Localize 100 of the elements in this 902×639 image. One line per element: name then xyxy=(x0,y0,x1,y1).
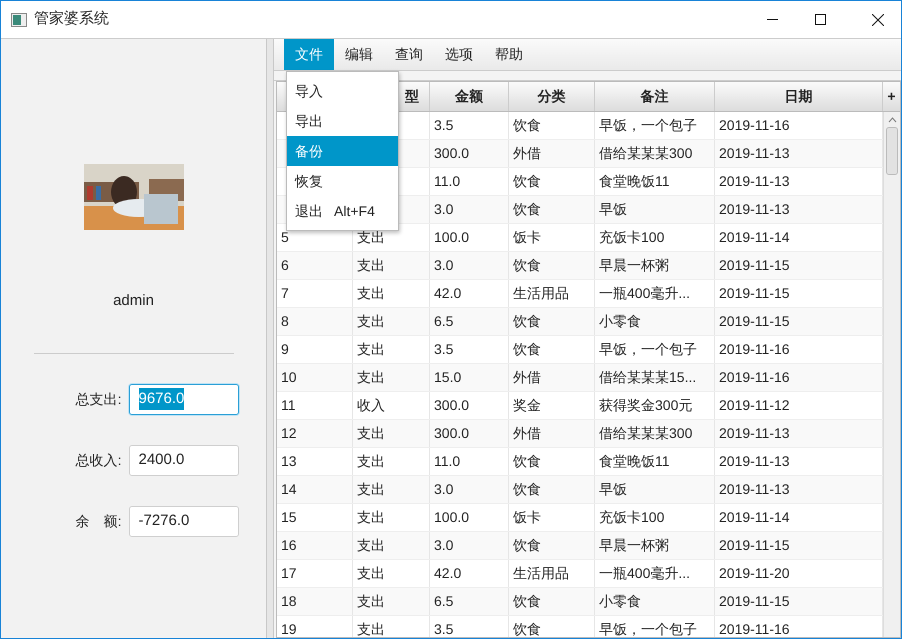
table-cell-text: 支出 xyxy=(357,228,385,247)
app-icon xyxy=(11,12,27,26)
table-cell-text: 15.0 xyxy=(434,368,462,387)
table-cell-text: 11.0 xyxy=(434,452,460,471)
table-cell-text: 奖金 xyxy=(513,396,541,415)
table-cell-text: 10 xyxy=(281,368,297,387)
table-cell-text: 11 xyxy=(281,396,296,415)
table-cell-text: 3.5 xyxy=(434,620,454,637)
table-cell-text: 生活用品 xyxy=(513,284,569,303)
menu-option[interactable]: 导入 xyxy=(287,76,398,106)
table-cell-text: 16 xyxy=(281,536,297,555)
table-cell-text: 2019-11-16 xyxy=(719,340,790,359)
table-cell-text: 18 xyxy=(281,592,297,611)
table-cell-text: 支出 xyxy=(357,284,385,303)
table-cell-text: 早饭 xyxy=(599,480,627,499)
table-cell-text: 2019-11-13 xyxy=(719,200,790,219)
table-cell-text: 2019-11-16 xyxy=(719,368,790,387)
menu-item[interactable]: 查询 xyxy=(384,39,434,70)
table-cell-text: 42.0 xyxy=(434,284,462,303)
summary-field[interactable]: -7276.0 xyxy=(128,506,238,536)
table-cell-text: 2019-11-16 xyxy=(719,620,790,637)
summary-label: 总支出: xyxy=(74,390,122,408)
add-column-button[interactable]: + xyxy=(883,82,900,111)
menu-item[interactable]: 选项 xyxy=(434,39,484,70)
table-cell-text: 饮食 xyxy=(513,536,541,555)
scroll-up-icon xyxy=(888,117,896,123)
table-cell-text: 11.0 xyxy=(434,172,460,191)
table-cell-text: 17 xyxy=(281,564,297,583)
table-cell-text: 早饭，一个包子 xyxy=(599,340,697,359)
table-cell-text: 早晨一杯粥 xyxy=(599,536,669,555)
window-title: 管家婆系统 xyxy=(34,9,109,30)
table-cell-text: 支出 xyxy=(357,368,385,387)
table-cell-text: 饮食 xyxy=(513,200,541,219)
table-cell-text: 外借 xyxy=(513,368,541,387)
table-cell-text: 借给某某某300 xyxy=(599,144,692,163)
table-cell-text: 饮食 xyxy=(513,312,541,331)
table-cell-text: 3.0 xyxy=(434,480,454,499)
column-header[interactable]: 备注 xyxy=(595,82,715,111)
table-cell-text: 15 xyxy=(281,508,297,527)
table-cell-text: 支出 xyxy=(357,340,385,359)
table-cell-text: 2019-11-15 xyxy=(719,592,790,611)
table-cell-text: 一瓶400毫升... xyxy=(599,564,690,583)
table-cell-text: 2019-11-13 xyxy=(719,172,790,191)
table-cell-text: 2019-11-15 xyxy=(719,312,790,331)
table-cell-text: 2019-11-13 xyxy=(719,480,790,499)
table-cell-text: 饮食 xyxy=(513,340,541,359)
table-cell-text: 饭卡 xyxy=(513,228,541,247)
table-cell-text: 3.0 xyxy=(434,256,454,275)
table-cell-text: 2019-11-13 xyxy=(719,452,790,471)
table-cell-text: 3.0 xyxy=(434,200,454,219)
table-cell-text: 饮食 xyxy=(513,452,541,471)
table-cell-text: 100.0 xyxy=(434,508,470,527)
table-cell-text: 2019-11-15 xyxy=(719,256,790,275)
table-cell-text: 借给某某某15... xyxy=(599,368,696,387)
table-cell-text: 支出 xyxy=(357,480,385,499)
table-cell-text: 食堂晚饭11 xyxy=(599,452,670,471)
summary-field[interactable]: 2400.0 xyxy=(128,444,238,476)
table-cell-text: 300.0 xyxy=(434,396,470,415)
table-cell-text: 获得奖金300元 xyxy=(599,396,692,415)
table-cell-text: 13 xyxy=(281,452,297,471)
table-cell-text: 饭卡 xyxy=(513,508,541,527)
scroll-thumb[interactable] xyxy=(886,127,898,175)
table-cell-text: 2019-11-16 xyxy=(719,116,790,135)
menu-item[interactable]: 帮助 xyxy=(484,39,534,70)
column-header[interactable]: 分类 xyxy=(509,82,595,111)
menu-option[interactable]: 导出 xyxy=(287,106,398,136)
table-cell-text: 支出 xyxy=(357,424,385,443)
table-cell-text: 一瓶400毫升... xyxy=(599,284,690,303)
menu-item[interactable]: 编辑 xyxy=(334,39,384,70)
table-cell-text: 早饭，一个包子 xyxy=(599,116,697,135)
table-cell-text: 支出 xyxy=(357,592,385,611)
table-cell-text: 3.0 xyxy=(434,536,454,555)
menu-option[interactable]: 恢复 xyxy=(287,166,398,196)
table-cell-text: 支出 xyxy=(357,508,385,527)
table-cell-text: 支出 xyxy=(357,256,385,275)
table-cell-text: 充饭卡100 xyxy=(599,228,664,247)
table-cell-text: 19 xyxy=(281,620,297,637)
table-cell-text: 5 xyxy=(281,228,289,247)
table-cell-text: 300.0 xyxy=(434,424,470,443)
table-cell-text: 2019-11-15 xyxy=(719,536,790,555)
table-cell-text: 饮食 xyxy=(513,592,541,611)
table-cell-text: 3.5 xyxy=(434,340,454,359)
table-cell-text: 2019-11-15 xyxy=(719,284,790,303)
table-cell-text: 6.5 xyxy=(434,592,454,611)
table-cell-text: 外借 xyxy=(513,144,541,163)
table-cell-text: 充饭卡100 xyxy=(599,508,664,527)
table-cell-text: 早饭，一个包子 xyxy=(599,620,697,637)
table-cell-text: 8 xyxy=(281,312,289,331)
table-cell-text: 2019-11-12 xyxy=(719,396,790,415)
column-header[interactable]: 金额 xyxy=(430,82,509,111)
table-cell-text: 6.5 xyxy=(434,312,454,331)
table-cell-text: 2019-11-20 xyxy=(719,564,790,583)
column-header[interactable]: 日期 xyxy=(715,82,883,111)
table-cell-text: 饮食 xyxy=(513,480,541,499)
table-cell-text: 食堂晚饭11 xyxy=(599,172,670,191)
menu-option[interactable]: 退出 Alt+F4 xyxy=(287,196,398,226)
table-cell-text: 饮食 xyxy=(513,116,541,135)
close-icon xyxy=(872,14,884,26)
table-cell-text: 收入 xyxy=(357,396,385,415)
table-cell-text: 饮食 xyxy=(513,172,541,191)
